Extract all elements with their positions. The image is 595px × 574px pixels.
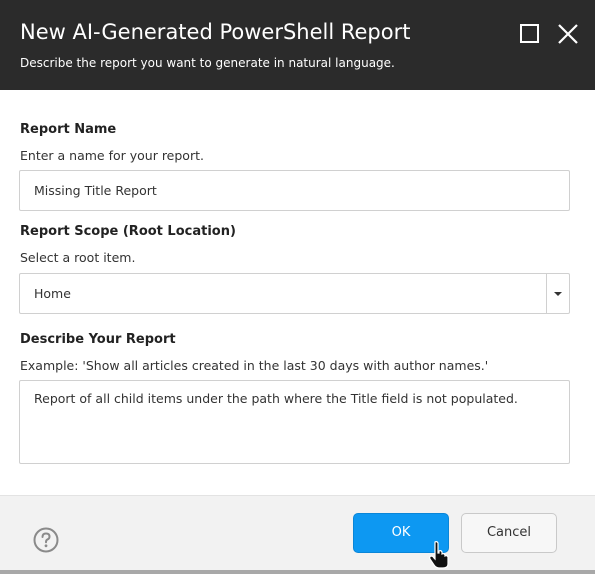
maximize-button[interactable] bbox=[518, 22, 542, 46]
cancel-button[interactable]: Cancel bbox=[461, 513, 557, 553]
dialog-header: New AI-Generated PowerShell Report Descr… bbox=[0, 0, 595, 90]
report-dialog: New AI-Generated PowerShell Report Descr… bbox=[0, 0, 595, 574]
dialog-subtitle: Describe the report you want to generate… bbox=[20, 56, 395, 70]
report-name-hint: Enter a name for your report. bbox=[20, 148, 204, 163]
report-scope-hint: Select a root item. bbox=[20, 250, 136, 265]
help-icon bbox=[33, 527, 59, 553]
window-bottom-edge bbox=[0, 570, 595, 574]
description-textarea[interactable]: Report of all child items under the path… bbox=[19, 380, 570, 464]
description-hint: Example: 'Show all articles created in t… bbox=[20, 358, 489, 373]
help-button[interactable] bbox=[32, 526, 60, 554]
dialog-title: New AI-Generated PowerShell Report bbox=[20, 20, 411, 44]
dialog-body: Report Name Enter a name for your report… bbox=[0, 90, 595, 495]
ok-button[interactable]: OK bbox=[353, 513, 449, 553]
report-scope-label: Report Scope (Root Location) bbox=[20, 224, 236, 239]
chevron-down-icon[interactable] bbox=[546, 274, 569, 313]
close-button[interactable] bbox=[556, 22, 580, 46]
maximize-icon bbox=[520, 24, 539, 43]
report-scope-select[interactable]: Home bbox=[19, 273, 570, 314]
description-label: Describe Your Report bbox=[20, 332, 176, 347]
close-icon bbox=[558, 24, 578, 44]
report-scope-selected-value: Home bbox=[34, 286, 71, 301]
report-name-label: Report Name bbox=[20, 122, 117, 137]
report-name-input[interactable]: Missing Title Report bbox=[19, 170, 570, 211]
